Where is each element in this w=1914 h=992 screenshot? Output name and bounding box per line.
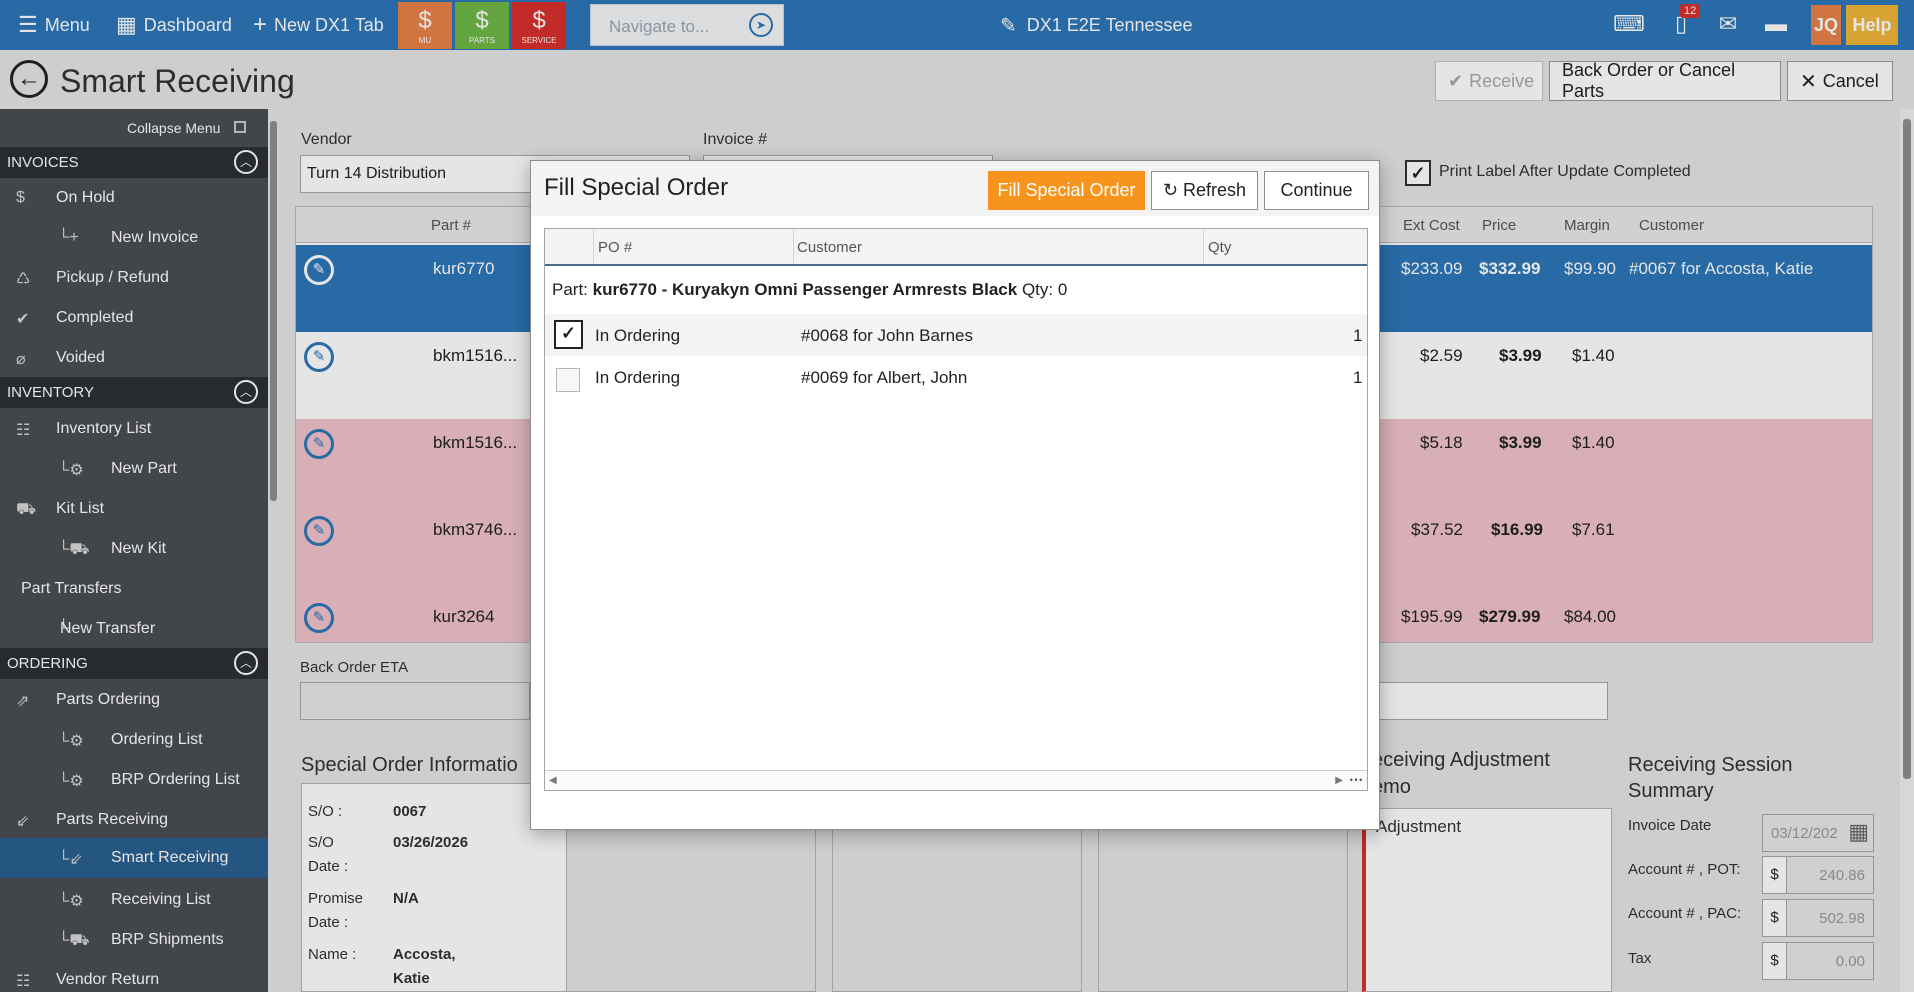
list-item[interactable]: In Ordering #0069 for Albert, John 1 — [545, 356, 1367, 398]
row-customer: #0068 for John Barnes — [801, 326, 974, 345]
refresh-icon: ↻ — [1162, 180, 1179, 200]
row-po: In Ordering — [595, 368, 681, 387]
col-qty[interactable]: Qty — [1208, 239, 1231, 256]
continue-button[interactable]: Continue — [1264, 171, 1369, 210]
row-customer: #0069 for Albert, John — [801, 368, 968, 387]
row-checkbox[interactable] — [556, 368, 580, 392]
row-checkbox[interactable]: ✓ — [554, 320, 583, 349]
col-po[interactable]: PO # — [593, 239, 632, 256]
refresh-label: Refresh — [1183, 180, 1247, 200]
scroll-left-icon[interactable]: ◀ — [549, 775, 557, 786]
grid-header: PO # Customer Qty — [545, 229, 1367, 266]
part-group-line: Part: kur6770 - Kuryakyn Omni Passenger … — [552, 280, 1067, 300]
dialog-title: Fill Special Order — [544, 174, 729, 201]
dialog-header: Fill Special Order Fill Special Order ↻ … — [531, 161, 1379, 216]
horizontal-scrollbar[interactable]: ◀ ▶ ⋯ — [545, 770, 1367, 790]
column-divider — [793, 229, 794, 264]
fill-special-order-dialog: Fill Special Order Fill Special Order ↻ … — [530, 160, 1380, 830]
col-customer[interactable]: Customer — [797, 239, 862, 256]
fill-special-order-button[interactable]: Fill Special Order — [988, 171, 1145, 210]
row-qty: 1 — [1353, 368, 1363, 387]
row-po: In Ordering — [595, 326, 681, 345]
refresh-button[interactable]: ↻ Refresh — [1151, 171, 1258, 210]
part-prefix: Part: — [552, 280, 588, 299]
special-order-grid: PO # Customer Qty Part: kur6770 - Kuryak… — [544, 228, 1368, 791]
row-qty: 1 — [1353, 326, 1363, 345]
part-qty: Qty: 0 — [1021, 280, 1068, 299]
column-divider — [1203, 229, 1204, 264]
list-item[interactable]: ✓ In Ordering #0068 for John Barnes 1 — [545, 314, 1367, 356]
scroll-right-icon[interactable]: ▶ — [1335, 775, 1343, 786]
part-name: kur6770 - Kuryakyn Omni Passenger Armres… — [592, 280, 1018, 299]
more-icon[interactable]: ⋯ — [1349, 771, 1363, 788]
